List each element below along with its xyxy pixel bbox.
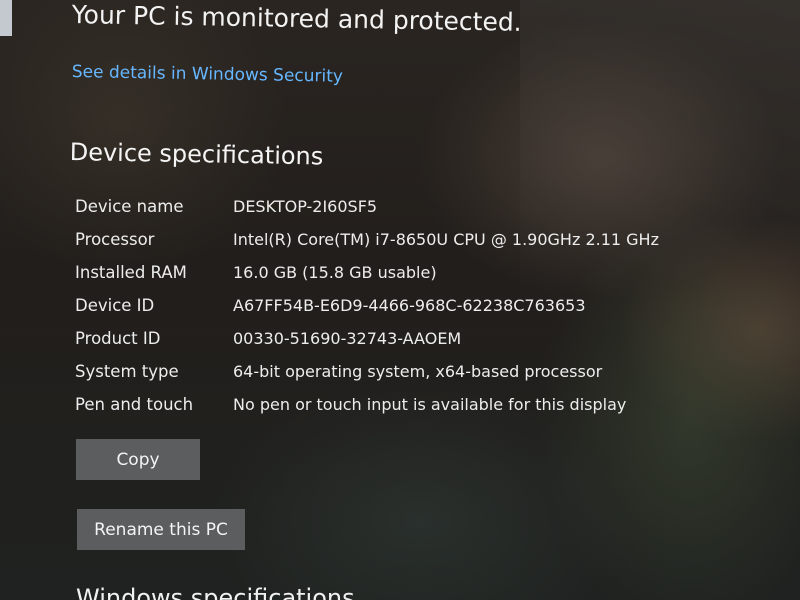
spec-row-pen-and-touch: Pen and touch No pen or touch input is a… <box>75 395 695 428</box>
security-status-title: Your PC is monitored and protected. <box>71 0 522 37</box>
spec-row-system-type: System type 64-bit operating system, x64… <box>75 362 695 395</box>
rename-pc-button[interactable]: Rename this PC <box>77 509 245 550</box>
spec-row-device-id: Device ID A67FF54B-E6D9-4466-968C-62238C… <box>75 296 695 329</box>
spec-row-device-name: Device name DESKTOP-2I60SF5 <box>75 197 695 230</box>
spec-row-product-id: Product ID 00330-51690-32743-AAOEM <box>75 329 695 362</box>
spec-label: Installed RAM <box>75 263 187 282</box>
spec-value: DESKTOP-2I60SF5 <box>233 197 378 216</box>
spec-value: 64-bit operating system, x64-based proce… <box>233 362 603 381</box>
spec-label: System type <box>75 362 179 381</box>
spec-value: Intel(R) Core(TM) i7-8650U CPU @ 1.90GHz… <box>233 230 659 249</box>
copy-button[interactable]: Copy <box>76 439 200 480</box>
spec-row-installed-ram: Installed RAM 16.0 GB (15.8 GB usable) <box>75 263 695 296</box>
windows-security-link[interactable]: See details in Windows Security <box>72 62 343 87</box>
window-edge <box>0 0 12 36</box>
spec-label: Device ID <box>75 296 155 315</box>
spec-value: 00330-51690-32743-AAOEM <box>233 329 462 348</box>
windows-specifications-heading: Windows specifications <box>76 584 355 600</box>
spec-label: Processor <box>75 230 155 249</box>
device-specifications-table: Device name DESKTOP-2I60SF5 Processor In… <box>75 197 695 428</box>
settings-about-screen: Your PC is monitored and protected. See … <box>0 0 800 600</box>
spec-label: Device name <box>75 197 184 216</box>
spec-value: 16.0 GB (15.8 GB usable) <box>233 263 437 282</box>
spec-value: No pen or touch input is available for t… <box>233 395 627 414</box>
spec-row-processor: Processor Intel(R) Core(TM) i7-8650U CPU… <box>75 230 695 263</box>
spec-value: A67FF54B-E6D9-4466-968C-62238C763653 <box>233 296 586 315</box>
device-specifications-heading: Device specifications <box>69 138 324 171</box>
spec-label: Product ID <box>75 329 161 348</box>
spec-label: Pen and touch <box>75 395 194 414</box>
